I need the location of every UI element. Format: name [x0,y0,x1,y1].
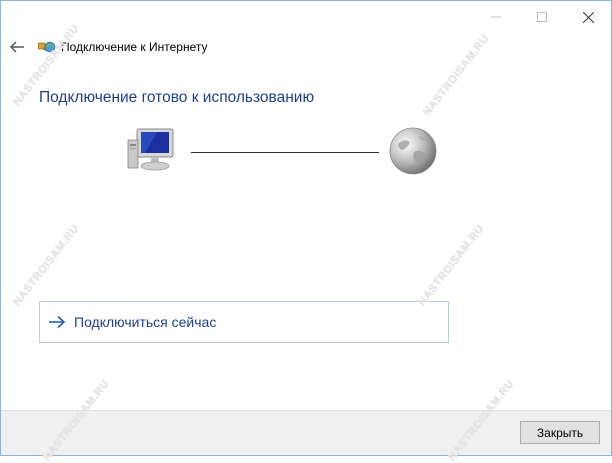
close-icon[interactable] [565,1,611,33]
page-title: Подключение готово к использованию [39,89,315,106]
connect-now-option[interactable]: Подключиться сейчас [39,301,449,343]
window-title: Подключение к Интернету [61,40,208,54]
maximize-icon[interactable] [519,1,565,33]
close-button[interactable]: Закрыть [520,421,600,444]
watermark: NASTROISAM.RU [421,32,492,119]
globe-icon [388,126,438,176]
dialog-footer: Закрыть [1,410,611,455]
minimize-icon[interactable] [473,1,519,33]
dialog-window: Подключение к Интернету Подключение гото… [0,0,612,463]
title-bar-controls [473,1,611,33]
watermark: NASTROISAM.RU [11,222,82,309]
arrow-right-icon [48,314,68,330]
connection-line [191,152,379,153]
network-connection-icon [37,39,56,55]
computer-icon [127,126,179,174]
connect-now-label: Подключиться сейчас [74,314,217,330]
back-arrow-icon[interactable] [7,37,27,57]
watermark: NASTROISAM.RU [416,222,487,309]
